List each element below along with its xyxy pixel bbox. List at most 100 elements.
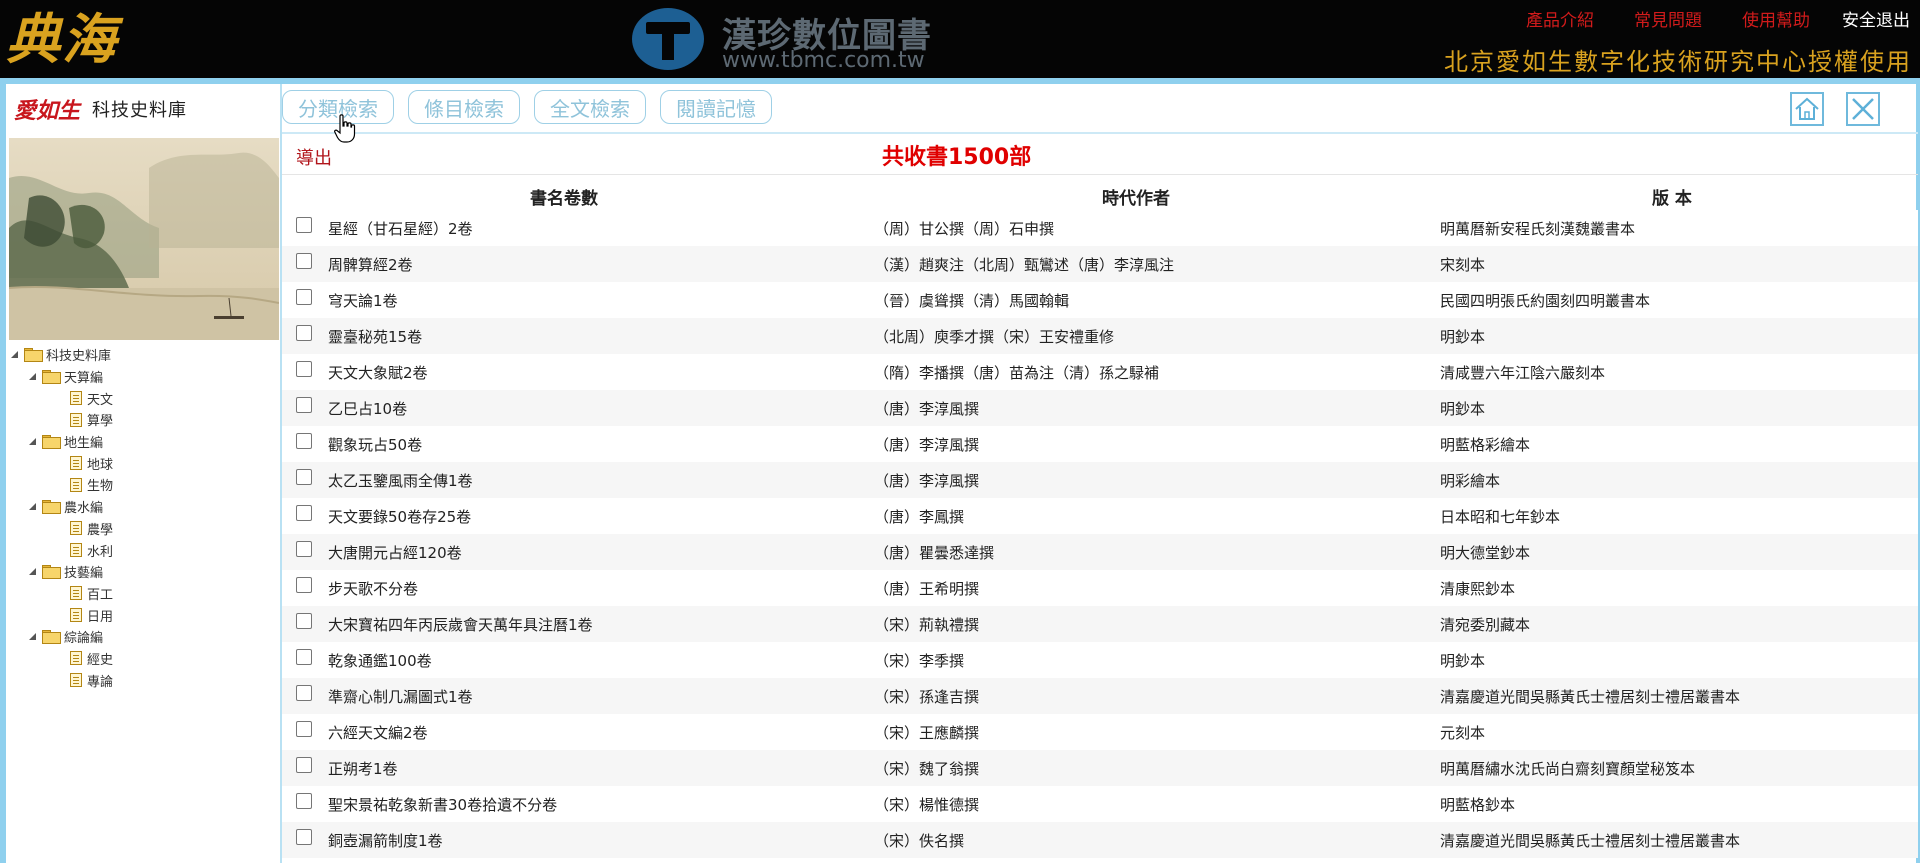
expand-arrow-icon[interactable]	[10, 350, 20, 360]
tree-leaf-label[interactable]: 經史	[87, 649, 113, 668]
tree-leaf[interactable]: 水利	[10, 539, 278, 561]
table-row[interactable]: 天文大象賦2卷 （隋）李播撰（唐）苗為注（清）孫之騄補 清咸豐六年江陰六嚴刻本	[282, 354, 1918, 390]
row-checkbox[interactable]	[296, 361, 312, 377]
tree-leaf-label[interactable]: 專論	[87, 671, 113, 690]
table-row[interactable]: 準齋心制几漏圖式1卷 （宋）孫逢吉撰 清嘉慶道光間吳縣黃氏士禮居刻士禮居叢書本	[282, 678, 1918, 714]
link-faq[interactable]: 常見問題	[1634, 6, 1702, 31]
table-row[interactable]: 周髀算經2卷 （漢）趙爽注（北周）甄鸞述（唐）李淳風注 宋刻本	[282, 246, 1918, 282]
tree-root-label[interactable]: 科技史料庫	[46, 345, 111, 364]
table-row[interactable]: 星經（甘石星經）2卷 （周）甘公撰（周）石申撰 明萬曆新安程氏刻漢魏叢書本	[282, 210, 1918, 246]
tree-leaf[interactable]: 天文	[10, 387, 278, 409]
table-row[interactable]: 太乙玉鑒風雨全傳1卷 （唐）李淳風撰 明彩繪本	[282, 462, 1918, 498]
table-row[interactable]: 乙巳占10卷 （唐）李淳風撰 明鈔本	[282, 390, 1918, 426]
book-title-cell[interactable]: 天文要錄50卷存25卷	[328, 506, 471, 527]
row-checkbox[interactable]	[296, 685, 312, 701]
tree-group[interactable]: 天算編	[10, 366, 278, 388]
book-title-cell[interactable]: 靈臺秘苑15卷	[328, 326, 422, 347]
tree-leaf-label[interactable]: 農學	[87, 519, 113, 538]
tree-leaf-label[interactable]: 算學	[87, 410, 113, 429]
book-title-cell[interactable]: 步天歌不分卷	[328, 578, 418, 599]
tree-leaf-label[interactable]: 日用	[87, 606, 113, 625]
tree-group[interactable]: 綜論編	[10, 626, 278, 648]
row-checkbox[interactable]	[296, 325, 312, 341]
table-row[interactable]: 正朔考1卷 （宋）魏了翁撰 明萬曆繡水沈氏尚白齋刻寶顏堂秘笈本	[282, 750, 1918, 786]
table-row[interactable]: 靈臺秘苑15卷 （北周）庾季才撰（宋）王安禮重修 明鈔本	[282, 318, 1918, 354]
book-title-cell[interactable]: 聖宋景祐乾象新書30卷拾遺不分卷	[328, 794, 557, 815]
book-title-cell[interactable]: 乙巳占10卷	[328, 398, 407, 419]
book-title-cell[interactable]: 銅壺漏箭制度1卷	[328, 830, 443, 851]
book-title-cell[interactable]: 周髀算經2卷	[328, 254, 413, 275]
row-checkbox[interactable]	[296, 577, 312, 593]
tree-leaf[interactable]: 地球	[10, 452, 278, 474]
tree-group[interactable]: 技藝編	[10, 561, 278, 583]
expand-arrow-icon[interactable]	[28, 372, 38, 382]
tree-root[interactable]: 科技史料庫	[10, 344, 278, 366]
logout-link[interactable]: 安全退出	[1842, 6, 1910, 31]
tree-group-label[interactable]: 技藝編	[64, 562, 103, 581]
book-title-cell[interactable]: 準齋心制几漏圖式1卷	[328, 686, 473, 707]
row-checkbox[interactable]	[296, 469, 312, 485]
expand-arrow-icon[interactable]	[28, 502, 38, 512]
tab-fulltext-search[interactable]: 全文檢索	[534, 90, 646, 124]
tree-leaf[interactable]: 經史	[10, 648, 278, 670]
expand-arrow-icon[interactable]	[28, 437, 38, 447]
tree-group[interactable]: 地生編	[10, 431, 278, 453]
export-link[interactable]: 導出	[296, 144, 332, 170]
tab-reading-history[interactable]: 閱讀記憶	[660, 90, 772, 124]
tree-leaf-label[interactable]: 百工	[87, 584, 113, 603]
book-title-cell[interactable]: 大宋寶祐四年丙辰歲會天萬年具注曆1卷	[328, 614, 593, 635]
table-row[interactable]: 六經天文編2卷 （宋）王應麟撰 元刻本	[282, 714, 1918, 750]
tree-group-label[interactable]: 綜論編	[64, 627, 103, 646]
book-title-cell[interactable]: 正朔考1卷	[328, 758, 398, 779]
tree-leaf-label[interactable]: 地球	[87, 454, 113, 473]
row-checkbox[interactable]	[296, 217, 312, 233]
tree-group-label[interactable]: 天算編	[64, 367, 103, 386]
expand-arrow-icon[interactable]	[28, 632, 38, 642]
tree-leaf-label[interactable]: 天文	[87, 389, 113, 408]
book-title-cell[interactable]: 觀象玩占50卷	[328, 434, 422, 455]
table-row[interactable]: 聖宋景祐乾象新書30卷拾遺不分卷 （宋）楊惟德撰 明藍格鈔本	[282, 786, 1918, 822]
book-title-cell[interactable]: 穹天論1卷	[328, 290, 398, 311]
tree-group-label[interactable]: 農水編	[64, 497, 103, 516]
book-title-cell[interactable]: 太乙玉鑒風雨全傳1卷	[328, 470, 473, 491]
row-checkbox[interactable]	[296, 793, 312, 809]
row-checkbox[interactable]	[296, 541, 312, 557]
tree-leaf[interactable]: 生物	[10, 474, 278, 496]
row-checkbox[interactable]	[296, 721, 312, 737]
tree-leaf[interactable]: 日用	[10, 604, 278, 626]
link-help[interactable]: 使用幫助	[1742, 6, 1810, 31]
row-checkbox[interactable]	[296, 757, 312, 773]
row-checkbox[interactable]	[296, 613, 312, 629]
expand-arrow-icon[interactable]	[28, 567, 38, 577]
table-row[interactable]: 觀象玩占50卷 （唐）李淳風撰 明藍格彩繪本	[282, 426, 1918, 462]
tree-group[interactable]: 農水編	[10, 496, 278, 518]
tree-leaf-label[interactable]: 水利	[87, 541, 113, 560]
tree-leaf[interactable]: 百工	[10, 583, 278, 605]
row-checkbox[interactable]	[296, 289, 312, 305]
table-row[interactable]: 步天歌不分卷 （唐）王希明撰 清康熙鈔本	[282, 570, 1918, 606]
tree-leaf-label[interactable]: 生物	[87, 475, 113, 494]
tree-leaf[interactable]: 農學	[10, 518, 278, 540]
home-button[interactable]	[1790, 92, 1824, 126]
book-title-cell[interactable]: 六經天文編2卷	[328, 722, 428, 743]
tree-leaf[interactable]: 專論	[10, 669, 278, 691]
table-row[interactable]: 銅壺漏箭制度1卷 （宋）佚名撰 清嘉慶道光間吳縣黃氏士禮居刻士禮居叢書本	[282, 822, 1918, 858]
book-title-cell[interactable]: 大唐開元占經120卷	[328, 542, 462, 563]
book-title-cell[interactable]: 星經（甘石星經）2卷	[328, 218, 473, 239]
row-checkbox[interactable]	[296, 505, 312, 521]
tree-leaf[interactable]: 算學	[10, 409, 278, 431]
row-checkbox[interactable]	[296, 433, 312, 449]
row-checkbox[interactable]	[296, 649, 312, 665]
tab-entry-search[interactable]: 條目檢索	[408, 90, 520, 124]
book-title-cell[interactable]: 乾象通鑑100卷	[328, 650, 432, 671]
table-row[interactable]: 穹天論1卷 （晉）虞聳撰（清）馬國翰輯 民國四明張氏約園刻四明叢書本	[282, 282, 1918, 318]
row-checkbox[interactable]	[296, 253, 312, 269]
table-row[interactable]: 天文要錄50卷存25卷 （唐）李鳳撰 日本昭和七年鈔本	[282, 498, 1918, 534]
tree-group-label[interactable]: 地生編	[64, 432, 103, 451]
row-checkbox[interactable]	[296, 829, 312, 845]
table-row[interactable]: 大宋寶祐四年丙辰歲會天萬年具注曆1卷 （宋）荊執禮撰 清宛委別藏本	[282, 606, 1918, 642]
book-title-cell[interactable]: 天文大象賦2卷	[328, 362, 428, 383]
link-products[interactable]: 產品介紹	[1526, 6, 1594, 31]
table-row[interactable]: 乾象通鑑100卷 （宋）李季撰 明鈔本	[282, 642, 1918, 678]
row-checkbox[interactable]	[296, 397, 312, 413]
